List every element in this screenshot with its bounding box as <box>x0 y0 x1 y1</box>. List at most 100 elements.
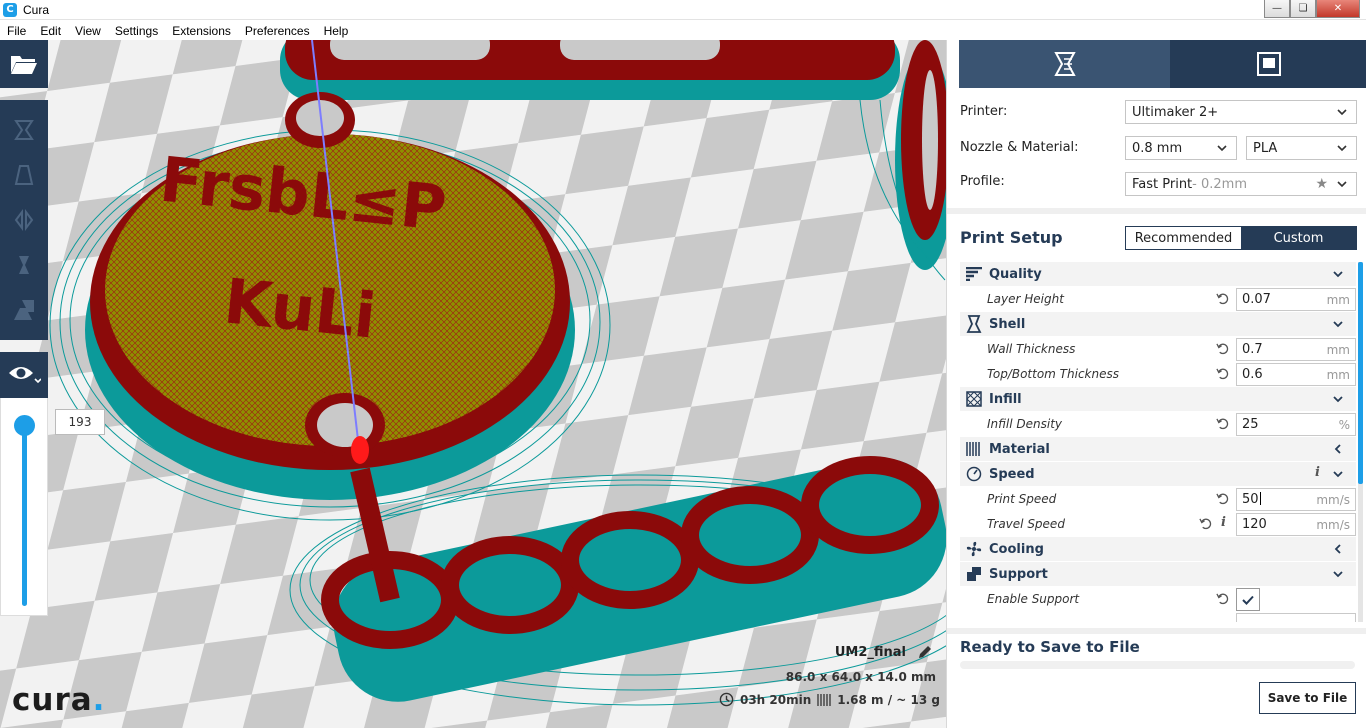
category-label: Shell <box>989 316 1026 332</box>
partial-setting-input[interactable] <box>1236 613 1356 622</box>
top-bottom-thickness-input[interactable]: 0.6 mm <box>1236 363 1356 386</box>
wall-thickness-input[interactable]: 0.7 mm <box>1236 338 1356 361</box>
tab-print-settings[interactable] <box>959 40 1170 88</box>
logo-text: cura <box>12 682 93 718</box>
setting-infill-density: Infill Density 25% <box>960 412 1356 436</box>
category-speed[interactable]: Speed i <box>960 462 1356 486</box>
material-select[interactable]: PLA <box>1246 136 1357 160</box>
print-settings-icon <box>1053 52 1076 76</box>
profile-select[interactable]: Fast Print - 0.2mm ★ <box>1125 172 1357 196</box>
menu-settings[interactable]: Settings <box>108 24 165 38</box>
menu-file[interactable]: File <box>0 24 33 38</box>
close-button[interactable]: ✕ <box>1316 0 1360 18</box>
logo-dot: . <box>92 682 106 718</box>
nozzle-select[interactable]: 0.8 mm <box>1125 136 1237 160</box>
chevron-down-icon <box>1337 145 1347 152</box>
support-icon <box>967 567 981 581</box>
profile-suffix: - 0.2mm <box>1192 176 1247 192</box>
category-support[interactable]: Support <box>960 562 1356 586</box>
travel-speed-input[interactable]: 120 mm/s <box>1236 513 1356 536</box>
tab-monitor[interactable] <box>1170 40 1366 88</box>
reset-icon[interactable] <box>1216 367 1229 380</box>
pencil-icon[interactable] <box>917 644 933 660</box>
view-mode-button[interactable] <box>0 352 48 398</box>
setting-layer-height: Layer Height 0.07 mm <box>960 287 1356 311</box>
profile-label: Profile: <box>960 174 1005 189</box>
settings-list[interactable]: Quality Layer Height 0.07 mm Shell Wall T… <box>960 262 1356 622</box>
field-unit: mm <box>1326 367 1350 382</box>
scale-tool-icon[interactable] <box>12 163 36 187</box>
open-file-button[interactable] <box>0 40 48 88</box>
category-cooling[interactable]: Cooling <box>960 537 1356 561</box>
category-quality[interactable]: Quality <box>960 262 1356 286</box>
rotate-tool-icon[interactable] <box>12 208 36 232</box>
shell-icon <box>966 315 982 333</box>
speed-icon <box>966 466 982 482</box>
category-infill[interactable]: Infill <box>960 387 1356 411</box>
reset-icon[interactable] <box>1216 342 1229 355</box>
chevron-left-icon <box>1334 444 1341 454</box>
layer-slider-fill <box>22 425 27 606</box>
setup-mode-toggle: Recommended Custom <box>1125 226 1357 250</box>
nozzle-material-label: Nozzle & Material: <box>960 140 1079 155</box>
reset-icon[interactable] <box>1216 292 1229 305</box>
recommended-mode-button[interactable]: Recommended <box>1126 227 1241 249</box>
chevron-down-icon <box>1333 396 1343 403</box>
reset-icon[interactable] <box>1216 417 1229 430</box>
setting-label: Layer Height <box>987 292 1064 306</box>
info-icon[interactable]: i <box>1221 515 1226 530</box>
field-value: 120 <box>1242 517 1267 532</box>
3d-viewport[interactable]: FrsbL≤P KuLi <box>0 40 946 728</box>
field-value: 0.6 <box>1242 367 1263 382</box>
infill-icon <box>966 391 982 407</box>
field-unit: mm <box>1326 342 1350 357</box>
menu-preferences[interactable]: Preferences <box>238 24 317 38</box>
reset-icon[interactable] <box>1216 592 1229 605</box>
chevron-down-icon <box>1333 571 1343 578</box>
save-status-label: Ready to Save to File <box>960 638 1140 656</box>
menu-extensions[interactable]: Extensions <box>165 24 238 38</box>
material-icon <box>966 442 980 456</box>
save-to-file-button[interactable]: Save to File <box>1259 682 1356 714</box>
menu-help[interactable]: Help <box>317 24 356 38</box>
field-unit: mm/s <box>1316 492 1350 507</box>
layer-number-field[interactable]: 193 <box>55 409 105 435</box>
print-speed-input[interactable]: 50 mm/s <box>1236 488 1356 511</box>
chevron-down-icon <box>1337 109 1347 116</box>
mirror-tool-icon[interactable] <box>12 253 36 277</box>
setting-print-speed: Print Speed 50 mm/s <box>960 487 1356 511</box>
print-setup-title: Print Setup <box>960 228 1063 247</box>
reset-icon[interactable] <box>1199 517 1212 530</box>
layer-height-input[interactable]: 0.07 mm <box>1236 288 1356 311</box>
custom-mode-button[interactable]: Custom <box>1241 227 1356 249</box>
setting-next-partial <box>960 612 1356 622</box>
reset-icon[interactable] <box>1216 492 1229 505</box>
divider <box>947 208 1366 214</box>
infill-density-input[interactable]: 25% <box>1236 413 1356 436</box>
save-progress-bar <box>960 661 1355 669</box>
printer-select[interactable]: Ultimaker 2+ <box>1125 100 1357 124</box>
category-material[interactable]: Material <box>960 437 1356 461</box>
field-unit: mm/s <box>1316 517 1350 532</box>
star-icon[interactable]: ★ <box>1315 176 1328 192</box>
category-label: Material <box>989 441 1050 457</box>
material-usage: 1.68 m / ~ 13 g <box>837 692 940 707</box>
settings-scrollbar-thumb[interactable] <box>1358 262 1363 484</box>
category-shell[interactable]: Shell <box>960 312 1356 336</box>
chevron-down-icon <box>1337 181 1347 188</box>
move-tool-icon[interactable] <box>12 118 36 142</box>
setting-travel-speed: Travel Speed i 120 mm/s <box>960 512 1356 536</box>
title-bar: C Cura — ❏ ✕ <box>0 0 1366 20</box>
maximize-button[interactable]: ❏ <box>1290 0 1316 18</box>
info-icon[interactable]: i <box>1315 465 1320 480</box>
category-label: Cooling <box>989 541 1044 557</box>
field-value: 25 <box>1242 417 1259 432</box>
minimize-button[interactable]: — <box>1264 0 1290 18</box>
category-label: Quality <box>989 266 1042 282</box>
printer-value: Ultimaker 2+ <box>1132 104 1219 120</box>
setting-enable-support: Enable Support <box>960 587 1356 611</box>
enable-support-checkbox[interactable] <box>1236 588 1260 611</box>
menu-edit[interactable]: Edit <box>33 24 68 38</box>
menu-view[interactable]: View <box>68 24 108 38</box>
per-model-settings-icon[interactable] <box>12 298 36 322</box>
